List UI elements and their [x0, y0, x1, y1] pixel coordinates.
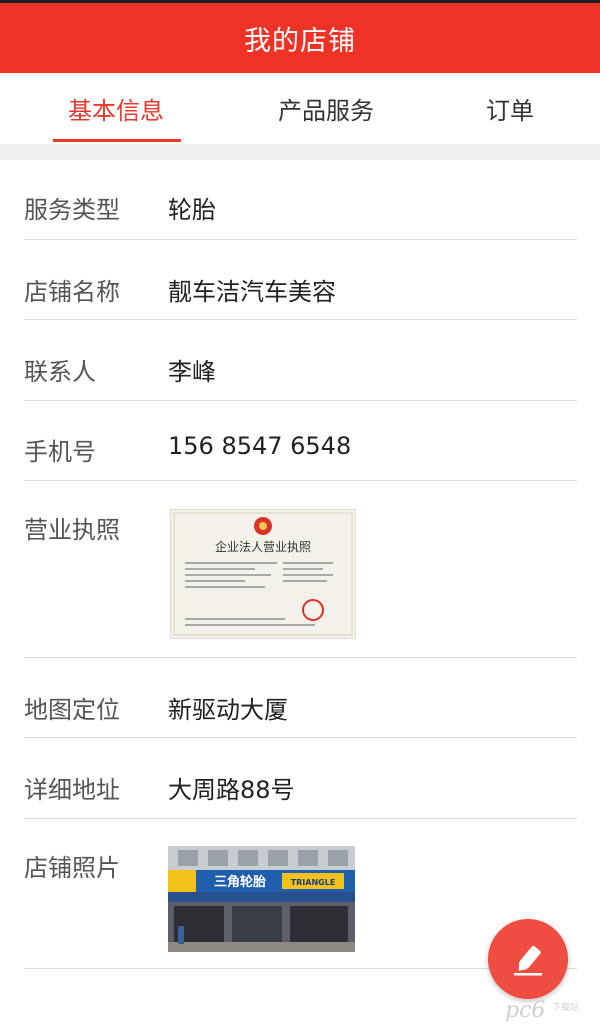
shop-name-label: 店铺名称 — [24, 278, 120, 306]
page-title: 我的店铺 — [244, 25, 356, 57]
contact-value: 李峰 — [168, 358, 216, 386]
tab-orders[interactable]: 订单 — [465, 73, 555, 144]
row-map-location[interactable]: 地图定位 新驱动大厦 — [0, 658, 600, 738]
service-type-label: 服务类型 — [24, 196, 120, 224]
watermark-sub: 下载站 — [552, 1003, 580, 1013]
row-contact[interactable]: 联系人 李峰 — [0, 320, 600, 400]
shop-sign-text: 三角轮胎 — [214, 874, 266, 890]
license-label: 营业执照 — [24, 516, 120, 544]
row-address[interactable]: 详细地址 大周路88号 — [0, 738, 600, 818]
phone-value: 156 8547 6548 — [168, 432, 352, 460]
active-tab-indicator — [53, 139, 181, 142]
row-shop-name[interactable]: 店铺名称 靓车洁汽车美容 — [0, 240, 600, 320]
tab-basic-info[interactable]: 基本信息 — [52, 73, 180, 144]
tab-products-services[interactable]: 产品服务 — [255, 73, 397, 144]
tab-bar: 基本信息 产品服务 订单 — [0, 73, 600, 144]
shop-sign-text-en: TRIANGLE — [291, 878, 336, 887]
row-phone[interactable]: 手机号 156 8547 6548 — [0, 400, 600, 480]
edit-fab-button[interactable] — [488, 919, 568, 999]
address-label: 详细地址 — [24, 776, 120, 804]
license-image-title: 企业法人营业执照 — [215, 539, 311, 554]
edit-pencil-icon — [514, 945, 542, 976]
business-license-image[interactable]: 企业法人营业执照 — [170, 509, 356, 639]
row-service-type[interactable]: 服务类型 轮胎 — [0, 160, 600, 240]
service-type-value: 轮胎 — [168, 196, 216, 224]
shop-name-value: 靓车洁汽车美容 — [168, 278, 336, 306]
phone-label: 手机号 — [24, 438, 96, 466]
shop-photo-image[interactable]: 三角轮胎 TRIANGLE — [168, 846, 355, 952]
contact-label: 联系人 — [24, 358, 96, 386]
watermark-logo: pc6 — [505, 998, 546, 1023]
map-location-value: 新驱动大厦 — [168, 696, 288, 724]
section-gap — [0, 144, 600, 160]
address-value: 大周路88号 — [168, 776, 295, 804]
shop-photo-label: 店铺照片 — [24, 854, 120, 882]
map-location-label: 地图定位 — [24, 696, 120, 724]
app-header: 我的店铺 — [0, 0, 600, 73]
